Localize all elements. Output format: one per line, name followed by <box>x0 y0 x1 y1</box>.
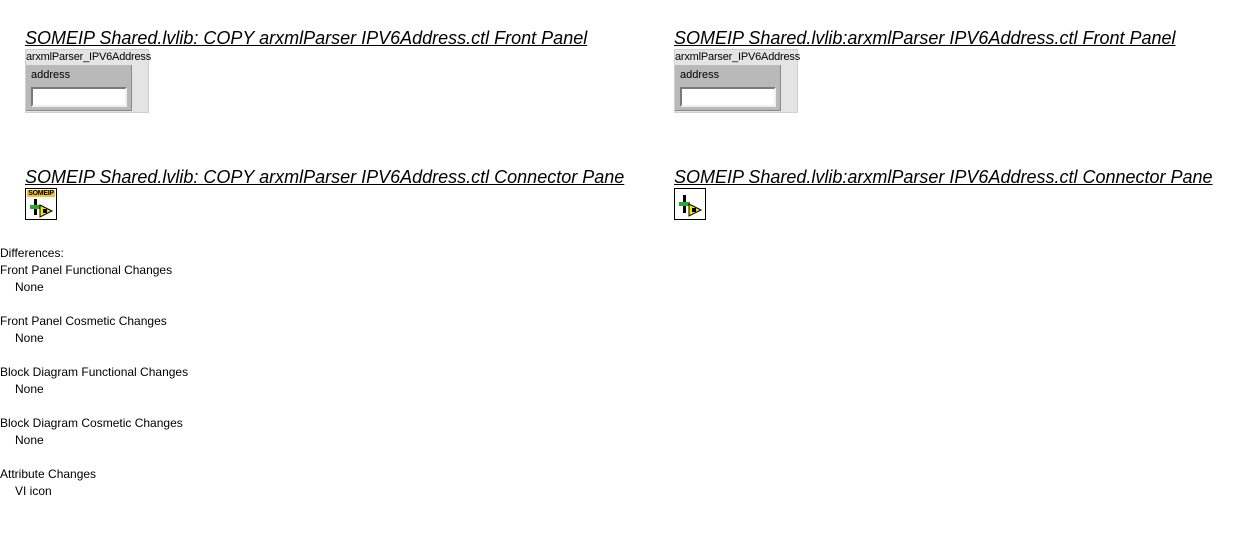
differences-heading: Differences: <box>0 246 64 260</box>
left-address-control: address <box>26 65 132 111</box>
left-front-panel-title: SOMEIP Shared.lvlib: COPY arxmlParser IP… <box>25 28 588 48</box>
block-diagram-functional-label: Block Diagram Functional Changes <box>0 365 189 379</box>
differences-section: Differences: Front Panel Functional Chan… <box>0 245 188 500</box>
front-panel-functional-value: None <box>15 280 44 294</box>
left-connector-pane-title: SOMEIP Shared.lvlib: COPY arxmlParser IP… <box>25 167 625 187</box>
right-vi-icon <box>674 188 706 220</box>
front-panel-functional-label: Front Panel Functional Changes <box>0 263 173 277</box>
left-address-label: address <box>31 69 71 81</box>
right-address-input[interactable] <box>680 87 776 107</box>
right-front-panel-title: SOMEIP Shared.lvlib:arxmlParser IPV6Addr… <box>674 28 1176 48</box>
right-address-label: address <box>680 69 720 81</box>
front-panel-cosmetic-value: None <box>15 331 44 345</box>
block-diagram-functional-value: None <box>15 382 44 396</box>
left-connector-glyph-icon <box>30 199 54 218</box>
right-cluster-caption: arxmlParser_IPV6Address <box>675 51 801 63</box>
right-connector-pane-title: SOMEIP Shared.lvlib:arxmlParser IPV6Addr… <box>674 167 1213 187</box>
attribute-changes-label: Attribute Changes <box>0 467 97 481</box>
left-address-input[interactable] <box>31 87 127 107</box>
right-connector-glyph-icon <box>679 195 703 217</box>
left-cluster: arxmlParser_IPV6Address address <box>25 49 152 113</box>
right-cluster: arxmlParser_IPV6Address address <box>674 49 801 113</box>
block-diagram-cosmetic-label: Block Diagram Cosmetic Changes <box>0 416 183 430</box>
attribute-changes-value: VI icon <box>15 484 52 498</box>
block-diagram-cosmetic-value: None <box>15 433 44 447</box>
left-vi-icon: SOMEIP <box>25 188 57 220</box>
left-cluster-caption: arxmlParser_IPV6Address <box>26 51 152 63</box>
front-panel-cosmetic-label: Front Panel Cosmetic Changes <box>0 314 167 328</box>
right-address-control: address <box>675 65 781 111</box>
